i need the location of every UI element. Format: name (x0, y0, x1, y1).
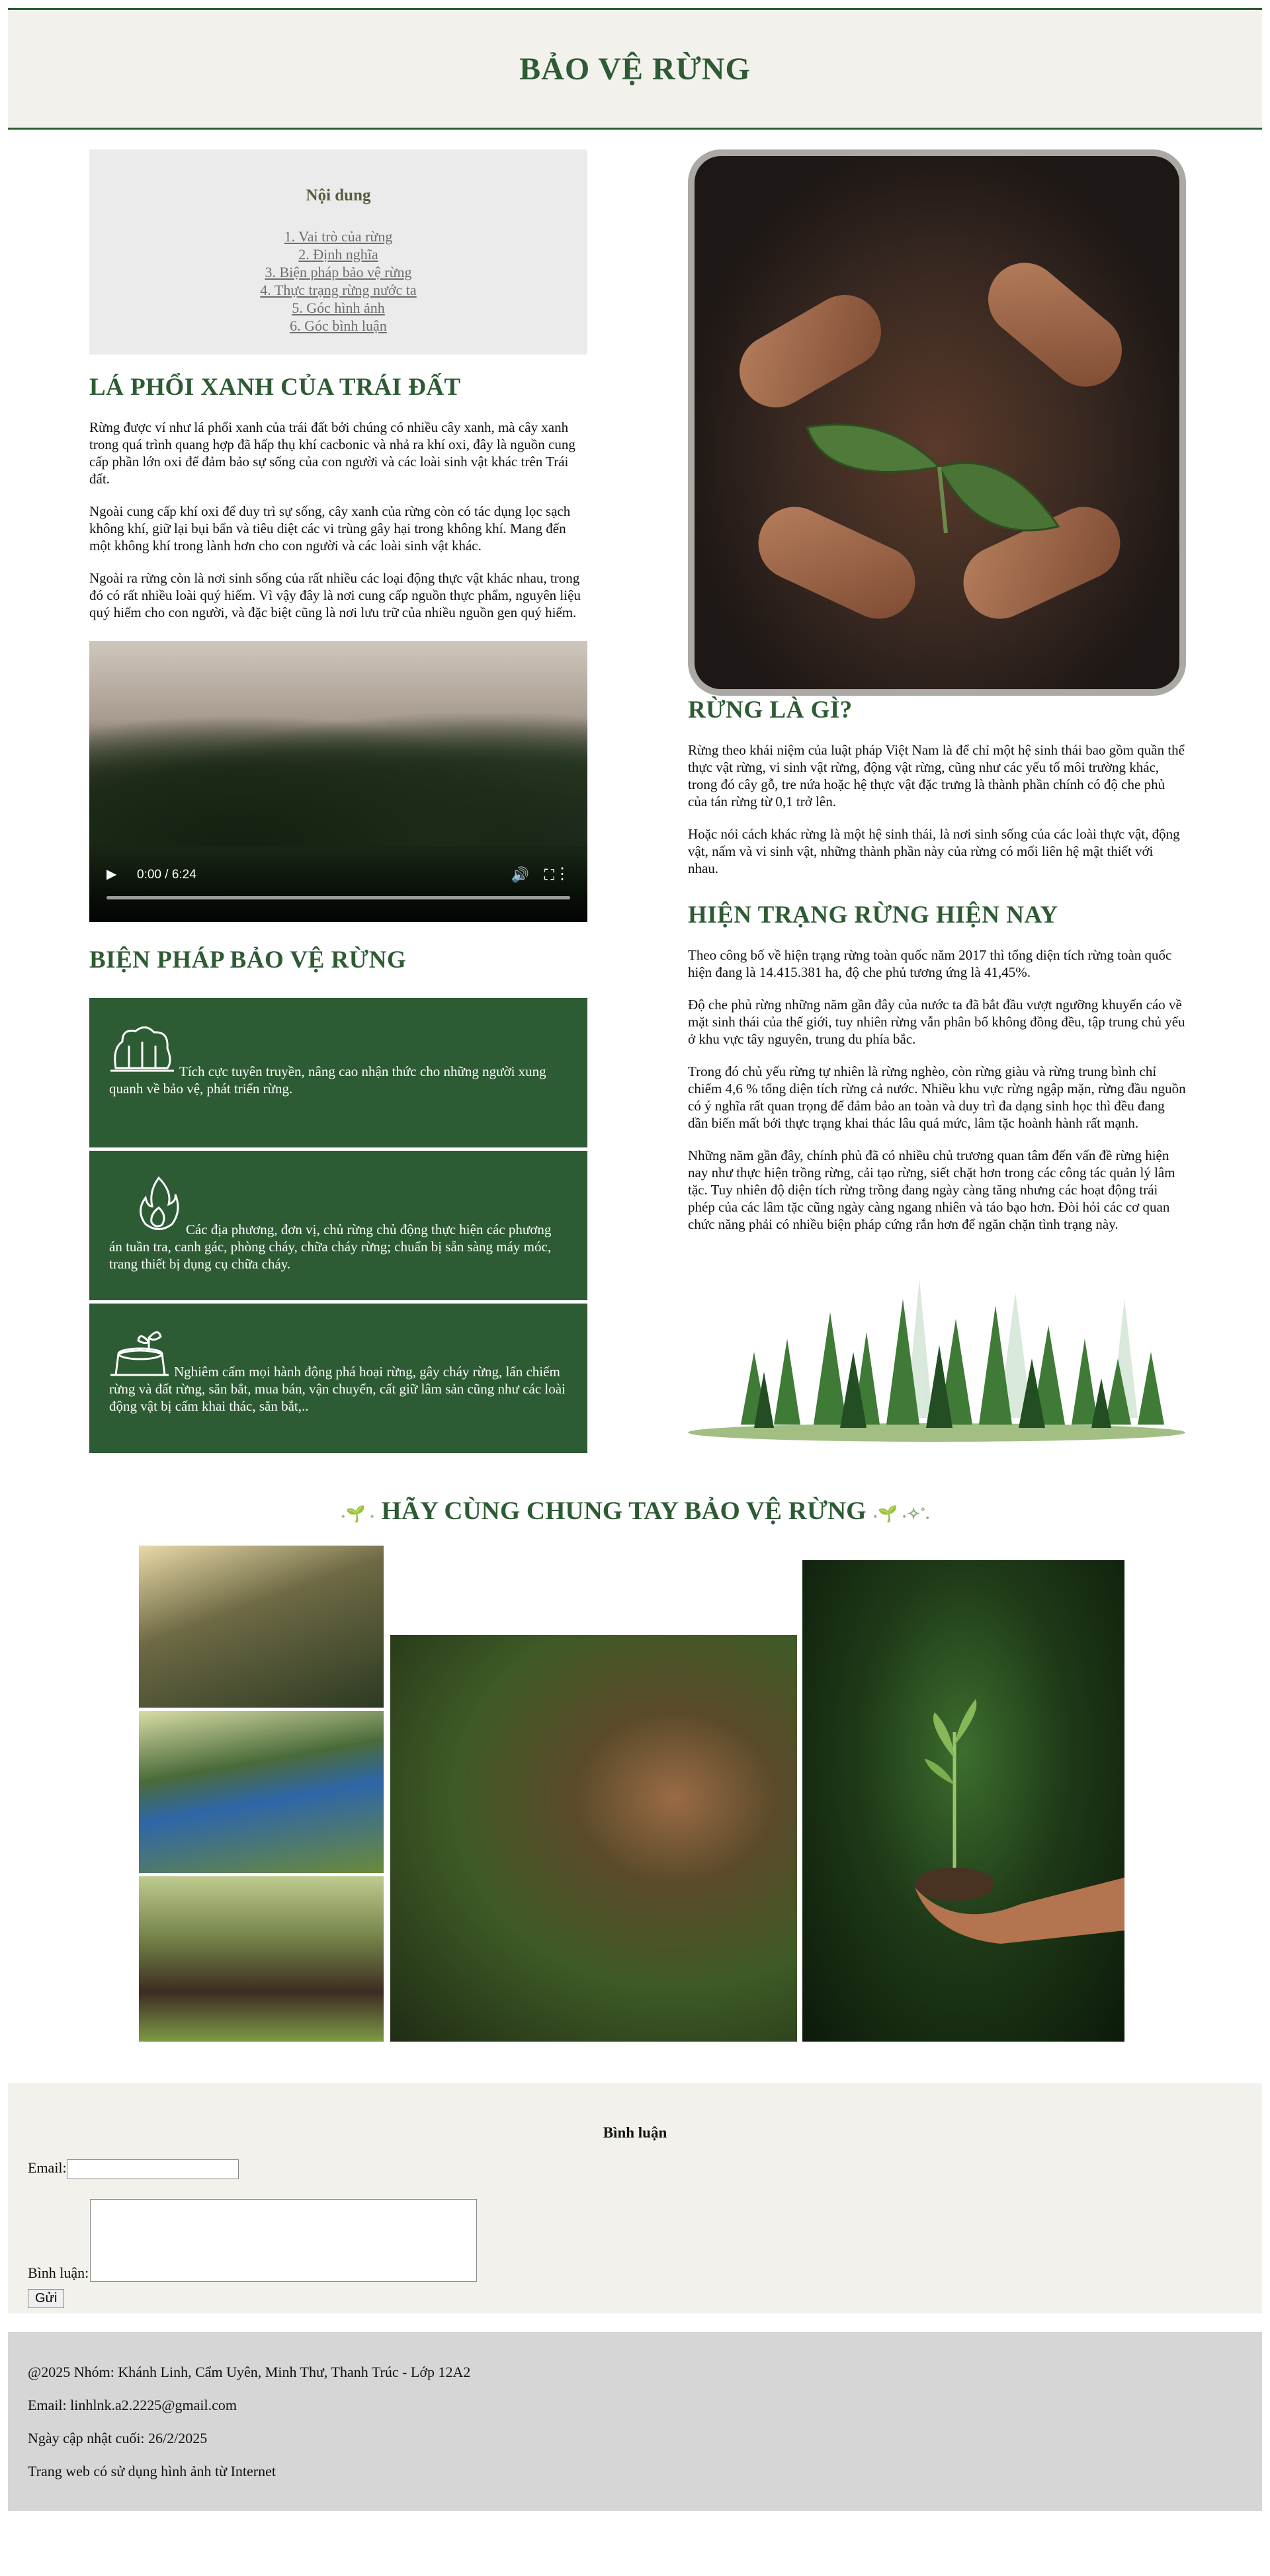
toc-link-comments[interactable]: 6. Góc bình luận (89, 317, 587, 335)
comment-textarea[interactable] (90, 2199, 478, 2282)
more-options-icon[interactable]: ⋮ (554, 864, 570, 884)
footer-credits: @2025 Nhóm: Khánh Linh, Cẩm Uyên, Minh T… (28, 2364, 471, 2380)
toc-link-status[interactable]: 4. Thực trạng rừng nước ta (89, 281, 587, 299)
footer-email: Email: linhlnk.a2.2225@gmail.com (28, 2397, 237, 2413)
status-paragraph: Theo công bố về hiện trạng rừng toàn quố… (688, 947, 1172, 980)
status-paragraph: Những năm gần đây, chính phủ đã có nhiều… (688, 1147, 1175, 1232)
stump-sprout-icon (109, 1327, 170, 1380)
email-row: Email: (28, 2159, 239, 2179)
definition-paragraph: Rừng theo khái niệm của luật pháp Việt N… (688, 742, 1185, 810)
comment-row: Bình luận: (28, 2199, 478, 2282)
footer-note: Trang web có sử dụng hình ảnh từ Interne… (28, 2463, 276, 2479)
lungs-paragraph: Rừng được ví như lá phổi xanh của trái đ… (89, 419, 575, 487)
fire-icon (136, 1175, 182, 1238)
forest-video-player[interactable]: ▶ 0:00 / 6:24 🔊 ⛶ ⋮ (89, 641, 587, 922)
site-header: BẢO VỆ RỪNG (8, 8, 1262, 130)
gallery-photo (139, 1876, 384, 2042)
toc-title: Nội dung (306, 187, 371, 204)
forest-illustration (688, 1279, 1185, 1442)
status-paragraph: Trong đó chủ yếu rừng tự nhiên là rừng n… (688, 1063, 1186, 1131)
email-field[interactable] (66, 2159, 239, 2179)
gallery-photo (390, 1635, 797, 2042)
left-column: Nội dung 1. Vai trò của rừng 2. Định ngh… (89, 149, 587, 1456)
volume-icon[interactable]: 🔊 (511, 866, 529, 884)
toc-link-measures[interactable]: 3. Biện pháp bảo vệ rừng (89, 263, 587, 281)
site-footer: @2025 Nhóm: Khánh Linh, Cẩm Uyên, Minh T… (8, 2332, 1262, 2511)
measure-card: Nghiêm cấm mọi hành động phá hoại rừng, … (89, 1304, 587, 1453)
measure-text: Nghiêm cấm mọi hành động phá hoại rừng, … (109, 1364, 566, 1414)
lungs-paragraph: Ngoài cung cấp khí oxi để duy trì sự sốn… (89, 503, 571, 554)
send-button[interactable]: Gửi (28, 2289, 65, 2308)
comment-label: Bình luận: (28, 2264, 89, 2281)
measure-card: Các địa phương, đơn vị, chủ rừng chủ độn… (89, 1151, 587, 1300)
status-heading: HIỆN TRẠNG RỪNG HIỆN NAY (688, 901, 1058, 929)
status-paragraph: Độ che phủ rừng những năm gần đây của nư… (688, 997, 1185, 1047)
slogan-decor-right: ˖🌱 ˖✧˚. (872, 1506, 930, 1523)
slogan-text: HÃY CÙNG CHUNG TAY BẢO VỆ RỪNG (381, 1497, 867, 1525)
toc-link-gallery[interactable]: 5. Góc hình ảnh (89, 299, 587, 317)
comments-title: Bình luận (603, 2124, 667, 2141)
gallery-photo (139, 1546, 384, 1708)
gallery-photo (802, 1560, 1124, 2042)
lungs-heading: LÁ PHỔI XANH CỦA TRÁI ĐẤT (89, 374, 461, 401)
definition-paragraph: Hoặc nói cách khác rừng là một hệ sinh t… (688, 826, 1180, 876)
forest-icon (109, 1022, 175, 1080)
toc-link-definition[interactable]: 2. Định nghĩa (89, 245, 587, 263)
play-icon[interactable]: ▶ (106, 866, 116, 882)
video-time: 0:00 / 6:24 (137, 868, 196, 882)
main-content: Nội dung 1. Vai trò của rừng 2. Định ngh… (0, 149, 1270, 1456)
email-label: Email: (28, 2159, 67, 2177)
measures-heading: BIỆN PHÁP BẢO VỆ RỪNG (89, 946, 407, 974)
hands-seedling-image (688, 149, 1186, 696)
photo-gallery (0, 1546, 1270, 2068)
video-controls: ▶ 0:00 / 6:24 🔊 ⛶ ⋮ (89, 856, 587, 922)
page-title: BẢO VỆ RỪNG (519, 51, 751, 87)
gallery-photo (139, 1711, 384, 1873)
comment-section: Bình luận Email: Bình luận: Gửi (8, 2083, 1262, 2313)
video-progress-bar[interactable] (106, 896, 570, 899)
fullscreen-icon[interactable]: ⛶ (544, 866, 554, 884)
slogan-decor-left: ˖🌱 ˖ (340, 1506, 375, 1523)
measures-cards: Tích cực tuyên truyền, nâng cao nhận thứ… (89, 998, 587, 1453)
footer-updated: Ngày cập nhật cuối: 26/2/2025 (28, 2430, 208, 2446)
table-of-contents: Nội dung 1. Vai trò của rừng 2. Định ngh… (89, 149, 587, 354)
video-frame-image (89, 714, 587, 846)
lungs-paragraph: Ngoài ra rừng còn là nơi sinh sống của r… (89, 570, 581, 620)
toc-link-role[interactable]: 1. Vai trò của rừng (89, 228, 587, 245)
measure-card: Tích cực tuyên truyền, nâng cao nhận thứ… (89, 998, 587, 1147)
definition-heading: RỪNG LÀ GÌ? (688, 696, 853, 724)
right-column: RỪNG LÀ GÌ? Rừng theo khái niệm của luật… (688, 149, 1186, 1456)
slogan: ˖🌱 ˖ HÃY CÙNG CHUNG TAY BẢO VỆ RỪNG ˖🌱 ˖… (0, 1496, 1270, 1526)
